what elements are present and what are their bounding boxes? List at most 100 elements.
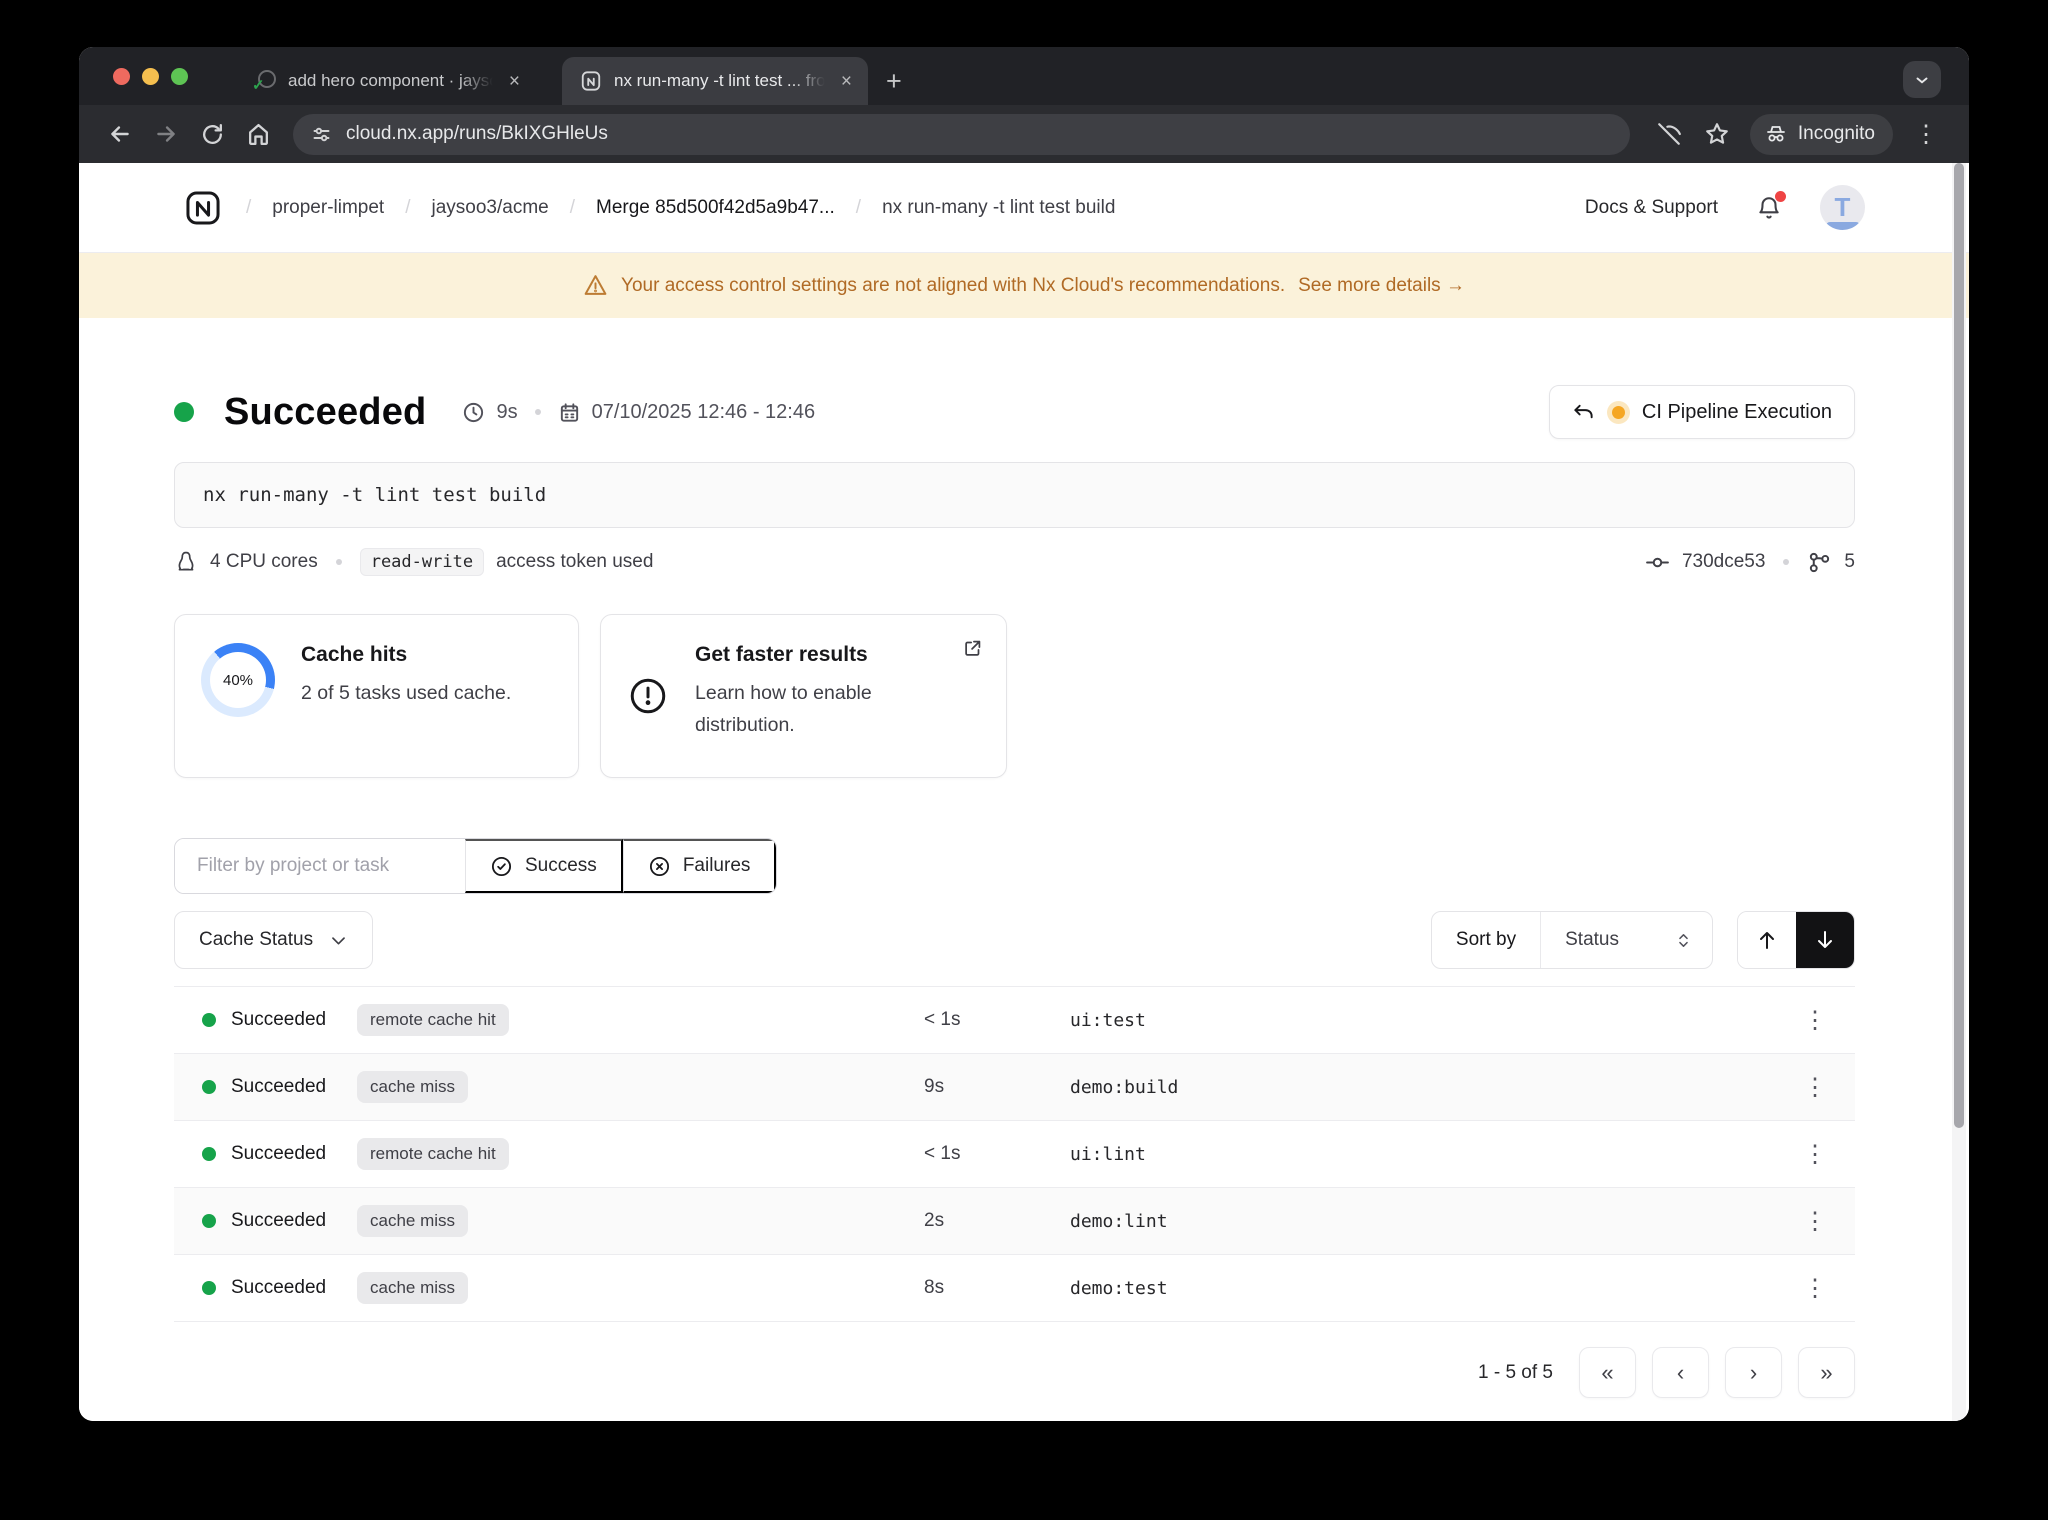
reload-button[interactable]: [191, 113, 233, 155]
notifications-button[interactable]: [1756, 190, 1786, 221]
maximize-window-button[interactable]: [171, 67, 188, 85]
address-bar[interactable]: cloud.nx.app/runs/BkIXGHleUs: [293, 113, 1630, 155]
tab-search-button[interactable]: [1903, 61, 1941, 98]
cache-badge: cache miss: [357, 1272, 469, 1304]
ci-pipeline-execution-button[interactable]: CI Pipeline Execution: [1548, 385, 1855, 439]
window-controls: [79, 47, 214, 105]
separator: [1783, 559, 1790, 565]
site-header: / proper-limpet / jaysoo3/acme / Merge 8…: [79, 163, 1969, 253]
cache-badge: remote cache hit: [357, 1004, 509, 1036]
avatar[interactable]: T: [1820, 185, 1865, 230]
external-link-icon[interactable]: [962, 637, 984, 659]
github-check-icon: ✓: [252, 70, 276, 94]
row-menu-button[interactable]: ⋮: [1795, 1268, 1835, 1308]
sort-desc-button[interactable]: [1796, 912, 1854, 968]
table-row[interactable]: Succeeded cache miss 8s demo:test ⋮: [174, 1255, 1855, 1322]
task-name: ui:test: [1070, 1009, 1146, 1031]
table-row[interactable]: Succeeded cache miss 2s demo:lint ⋮: [174, 1188, 1855, 1255]
card-title: Get faster results: [695, 643, 868, 666]
site-settings-icon[interactable]: [311, 124, 332, 145]
commit-sha[interactable]: 730dce53: [1682, 551, 1765, 573]
cache-badge: cache miss: [357, 1205, 469, 1237]
filter-input[interactable]: [175, 839, 465, 893]
new-tab-button[interactable]: +: [886, 68, 902, 95]
sort-by-label: Sort by: [1455, 929, 1517, 950]
status-dot: [202, 1147, 216, 1161]
row-menu-button[interactable]: ⋮: [1795, 1201, 1835, 1241]
nx-favicon-icon: [580, 70, 602, 92]
browser-window: ✓ add hero component · jaysoo × nx run-m…: [79, 47, 1969, 1421]
task-name: demo:build: [1070, 1076, 1179, 1098]
next-page-button[interactable]: ›: [1725, 1347, 1782, 1398]
distribution-card[interactable]: Get faster results Learn how to enable d…: [600, 614, 1007, 778]
table-row[interactable]: Succeeded remote cache hit < 1s ui:lint …: [174, 1121, 1855, 1188]
info-icon: [630, 678, 666, 714]
sort-asc-button[interactable]: [1738, 912, 1796, 968]
success-filter-button[interactable]: Success: [465, 839, 623, 893]
tab-nx-run[interactable]: nx run-many -t lint test ... fro ×: [562, 57, 868, 105]
status-dot: [202, 1281, 216, 1295]
breadcrumb-workspace[interactable]: proper-limpet: [272, 197, 384, 219]
run-status-row: Succeeded 9s 07/10/2025 12:46 - 12:46 CI…: [174, 385, 1855, 439]
row-menu-button[interactable]: ⋮: [1795, 1000, 1835, 1040]
chevron-updown-icon: [1679, 933, 1688, 947]
scrollbar-track[interactable]: [1952, 163, 1966, 1421]
tab-pull-request[interactable]: ✓ add hero component · jaysoo ×: [236, 57, 536, 105]
prev-page-button[interactable]: ‹: [1652, 1347, 1709, 1398]
linux-tux-icon: [178, 551, 194, 571]
run-status: Succeeded: [224, 390, 427, 433]
tab-title: add hero component · jaysoo: [288, 71, 497, 90]
breadcrumb-commit[interactable]: Merge 85d500f42d5a9b47...: [596, 197, 835, 219]
home-button[interactable]: [237, 113, 279, 155]
warning-banner: Your access control settings are not ali…: [79, 253, 1969, 318]
notification-dot: [1775, 190, 1786, 202]
cache-status-dropdown[interactable]: Cache Status: [174, 911, 374, 969]
docs-support-link[interactable]: Docs & Support: [1585, 197, 1718, 219]
browser-menu-button[interactable]: ⋮: [1905, 113, 1947, 155]
bookmark-star-icon[interactable]: [1696, 113, 1738, 155]
breadcrumb-run[interactable]: nx run-many -t lint test build: [882, 197, 1115, 219]
pagination-label: 1 - 5 of 5: [1478, 1361, 1553, 1383]
access-token-text: access token used: [496, 551, 654, 572]
url-text: cloud.nx.app/runs/BkIXGHleUs: [346, 123, 608, 144]
sort-select[interactable]: Sort by Status: [1430, 911, 1713, 969]
minimize-window-button[interactable]: [142, 67, 159, 85]
card-title: Cache hits: [301, 643, 408, 666]
close-tab-icon[interactable]: ×: [509, 72, 520, 91]
branch-icon: [1810, 552, 1830, 572]
undo-icon: [1574, 404, 1593, 418]
table-row[interactable]: Succeeded remote cache hit < 1s ui:test …: [174, 987, 1855, 1054]
forward-button[interactable]: [145, 113, 187, 155]
row-menu-button[interactable]: ⋮: [1795, 1134, 1835, 1174]
see-more-details-link[interactable]: See more details →: [1298, 275, 1465, 297]
row-menu-button[interactable]: ⋮: [1795, 1067, 1835, 1107]
last-page-button[interactable]: »: [1798, 1347, 1855, 1398]
status-dot: [202, 1013, 216, 1027]
task-duration: < 1s: [924, 1143, 961, 1164]
sort-direction-toggle: [1737, 911, 1855, 969]
cache-badge: remote cache hit: [357, 1138, 509, 1170]
warning-message: Your access control settings are not ali…: [621, 274, 1286, 296]
arrow-up-icon: [1760, 932, 1774, 949]
nx-logo[interactable]: [184, 189, 222, 227]
nx-cloud-page: / proper-limpet / jaysoo3/acme / Merge 8…: [79, 163, 1969, 1421]
cache-donut: 40%: [201, 643, 275, 717]
clock-icon: [464, 402, 484, 422]
failures-filter-button[interactable]: Failures: [622, 839, 777, 893]
scrollbar-thumb[interactable]: [1954, 163, 1964, 1128]
separator: [534, 409, 541, 415]
status-dot: [202, 1080, 216, 1094]
sort-value[interactable]: Status: [1540, 912, 1712, 968]
eye-off-icon[interactable]: [1648, 113, 1690, 155]
close-window-button[interactable]: [113, 67, 130, 85]
check-circle-icon: [491, 856, 512, 876]
task-table: Succeeded remote cache hit < 1s ui:test …: [174, 986, 1855, 1322]
cpu-cores: 4 CPU cores: [210, 551, 318, 572]
separator: [335, 559, 342, 565]
back-button[interactable]: [99, 113, 141, 155]
card-subtitle: 2 of 5 tasks used cache.: [301, 682, 512, 704]
table-row[interactable]: Succeeded cache miss 9s demo:build ⋮: [174, 1054, 1855, 1121]
close-tab-icon[interactable]: ×: [841, 72, 852, 91]
first-page-button[interactable]: «: [1579, 1347, 1636, 1398]
breadcrumb-repo[interactable]: jaysoo3/acme: [432, 197, 549, 219]
